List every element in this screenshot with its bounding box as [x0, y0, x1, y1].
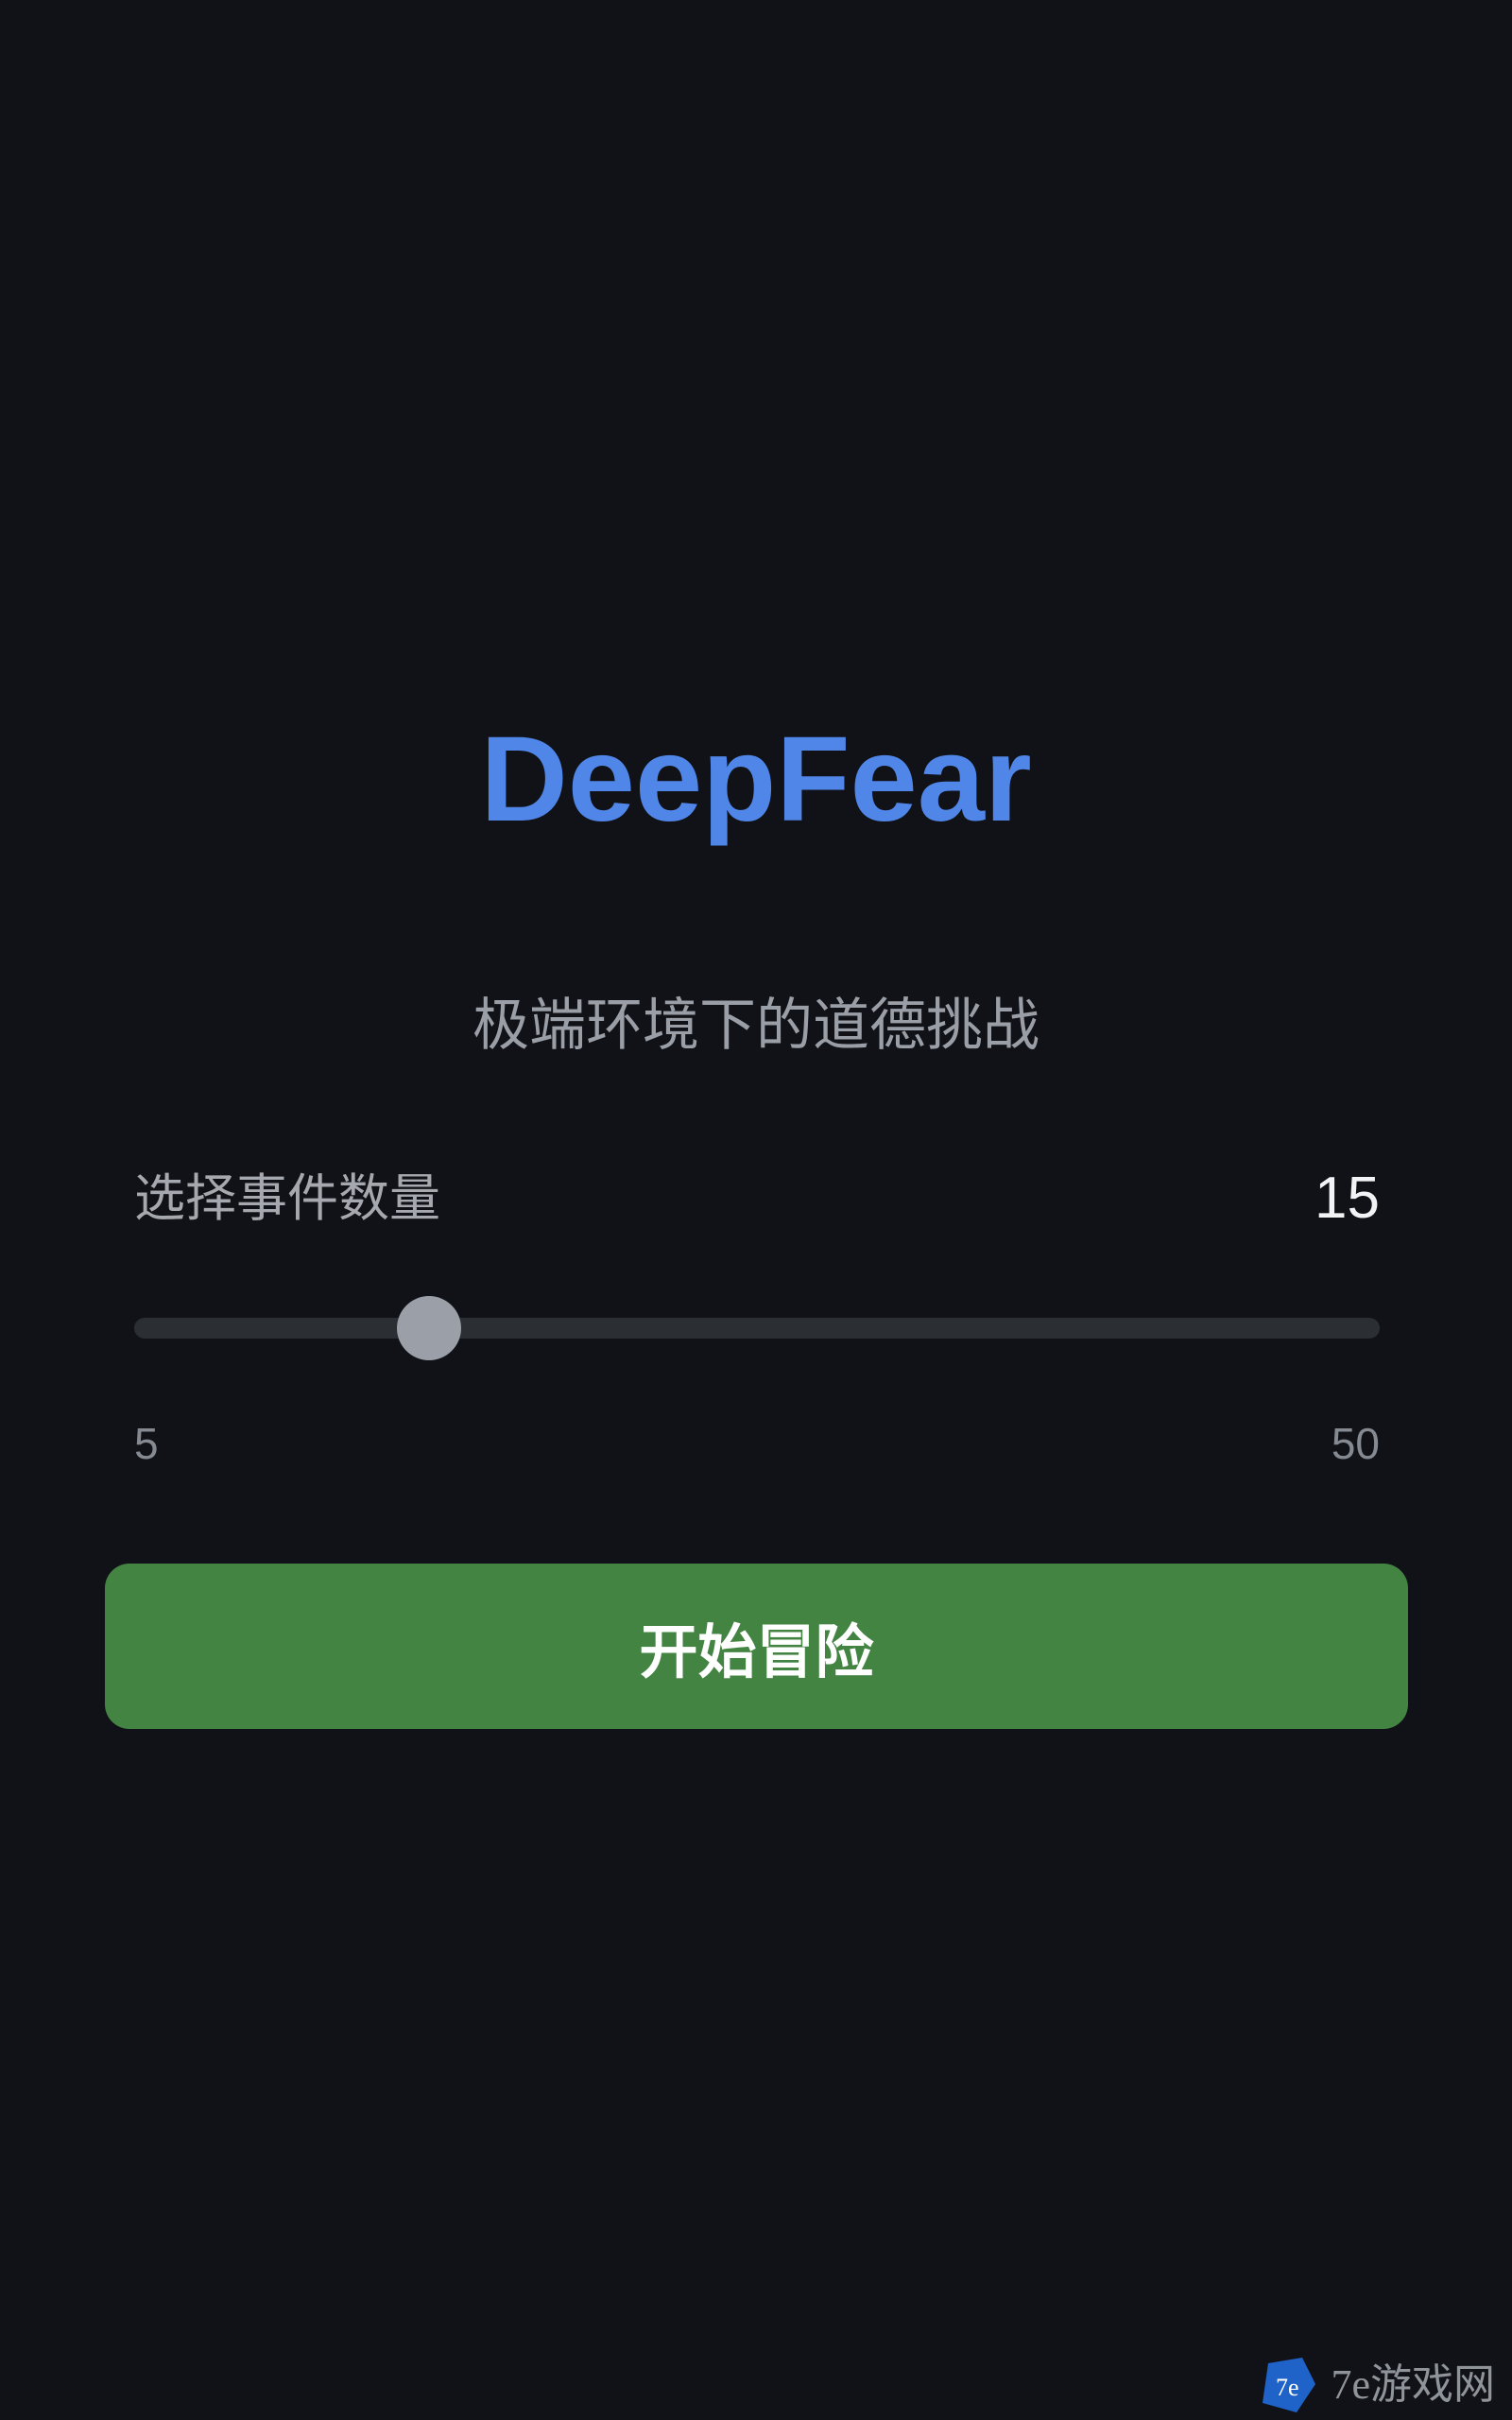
watermark-logo-icon: 7e — [1259, 2356, 1317, 2414]
slider-max-label: 50 — [1331, 1419, 1380, 1468]
slider-min-label: 5 — [134, 1419, 159, 1468]
watermark-text: 7e游戏网 — [1331, 2361, 1495, 2408]
watermark: 7e 7e游戏网 — [1259, 2356, 1495, 2414]
app-subtitle: 极端环境下的道德挑战 — [472, 993, 1040, 1059]
app-title: DeepFear — [480, 712, 1032, 847]
event-count-slider-thumb[interactable] — [396, 1296, 461, 1360]
game-start-screen: DeepFear 极端环境下的道德挑战 选择事件数量 15 5 50 开始冒险 … — [0, 0, 1512, 2420]
svg-text:7e: 7e — [1276, 2374, 1299, 2401]
start-adventure-button[interactable]: 开始冒险 — [105, 1564, 1408, 1729]
event-count-slider-track[interactable] — [134, 1318, 1380, 1339]
event-count-label: 选择事件数量 — [134, 1168, 440, 1228]
event-count-value: 15 — [1314, 1166, 1380, 1231]
